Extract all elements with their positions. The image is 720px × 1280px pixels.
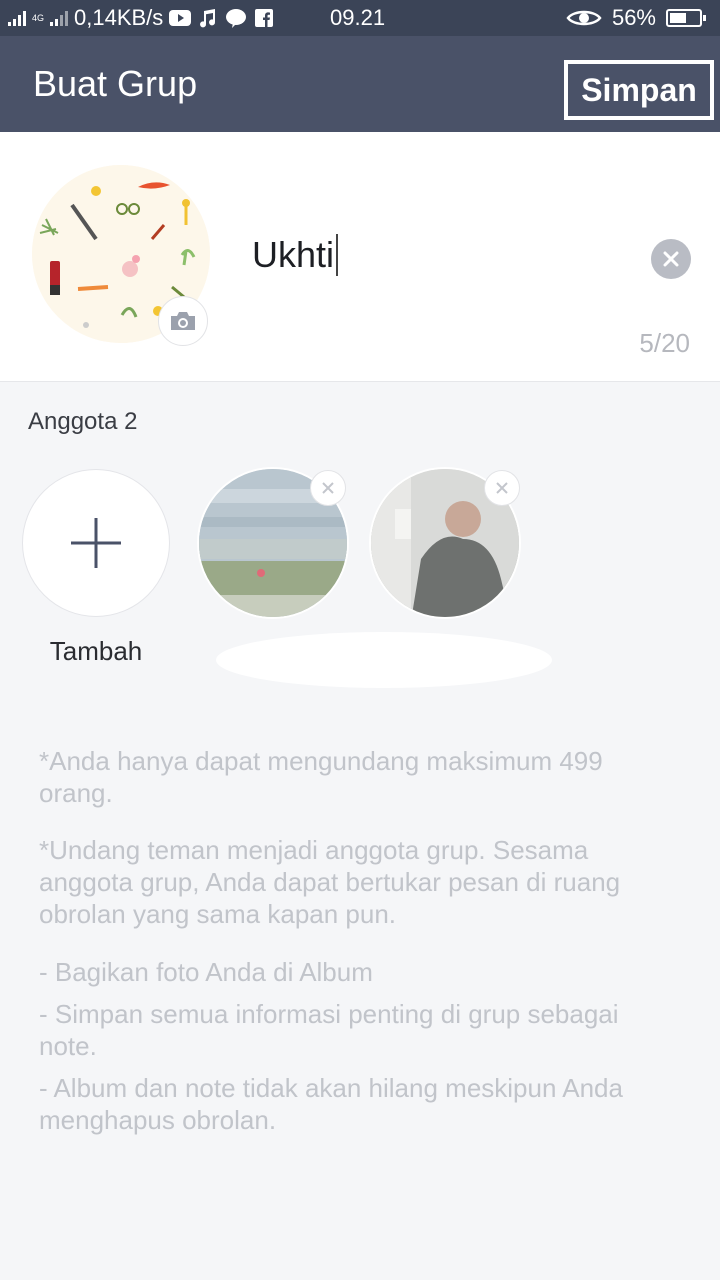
info-text-limit: *Anda hanya dapat mengundang maksimum 49… xyxy=(39,746,603,808)
info-text-note: - Simpan semua informasi penting di grup… xyxy=(39,999,619,1061)
network-type: 4G xyxy=(32,12,45,23)
remove-member-button[interactable] xyxy=(484,470,520,506)
battery-percent: 56% xyxy=(611,5,656,30)
redacted-member-names xyxy=(216,632,552,688)
youtube-icon xyxy=(169,9,192,27)
save-button[interactable]: Simpan xyxy=(564,60,714,120)
eye-icon xyxy=(566,9,602,27)
page-title: Buat Grup xyxy=(33,63,198,104)
close-icon xyxy=(496,482,508,494)
group-name-section: Ukhti 5/20 xyxy=(0,132,720,382)
clear-button[interactable] xyxy=(651,239,691,279)
plus-icon xyxy=(71,518,121,568)
close-icon xyxy=(322,482,334,494)
clock: 09.21 xyxy=(330,5,386,30)
network-speed: 0,14KB/s xyxy=(74,5,164,30)
remove-member-button[interactable] xyxy=(310,470,346,506)
add-member-label: Tambah xyxy=(49,636,143,666)
camera-button[interactable] xyxy=(158,296,208,346)
app-bar: Buat Grup Simpan xyxy=(0,36,720,132)
text-cursor xyxy=(336,234,339,276)
line-icon xyxy=(225,9,247,28)
signal-icon-2 xyxy=(50,10,69,26)
signal-icon xyxy=(8,10,26,26)
battery-icon xyxy=(666,9,706,27)
group-name-value: Ukhti xyxy=(252,234,335,275)
close-icon xyxy=(663,251,679,267)
info-text-album: - Bagikan foto Anda di Album xyxy=(39,957,373,987)
members-label: Anggota 2 xyxy=(28,408,138,435)
music-icon xyxy=(197,9,219,28)
group-name-input[interactable]: Ukhti xyxy=(252,230,622,280)
status-bar: 4G 0,14KB/s 09.21 56% xyxy=(0,0,720,36)
camera-icon xyxy=(171,312,195,330)
info-text-persist: - Album dan note tidak akan hilang meski… xyxy=(39,1073,623,1135)
info-text-invite: *Undang teman menjadi anggota grup. Sesa… xyxy=(39,835,621,929)
char-count: 5/20 xyxy=(639,328,690,358)
facebook-icon xyxy=(253,9,275,27)
add-member-button[interactable] xyxy=(22,469,170,617)
